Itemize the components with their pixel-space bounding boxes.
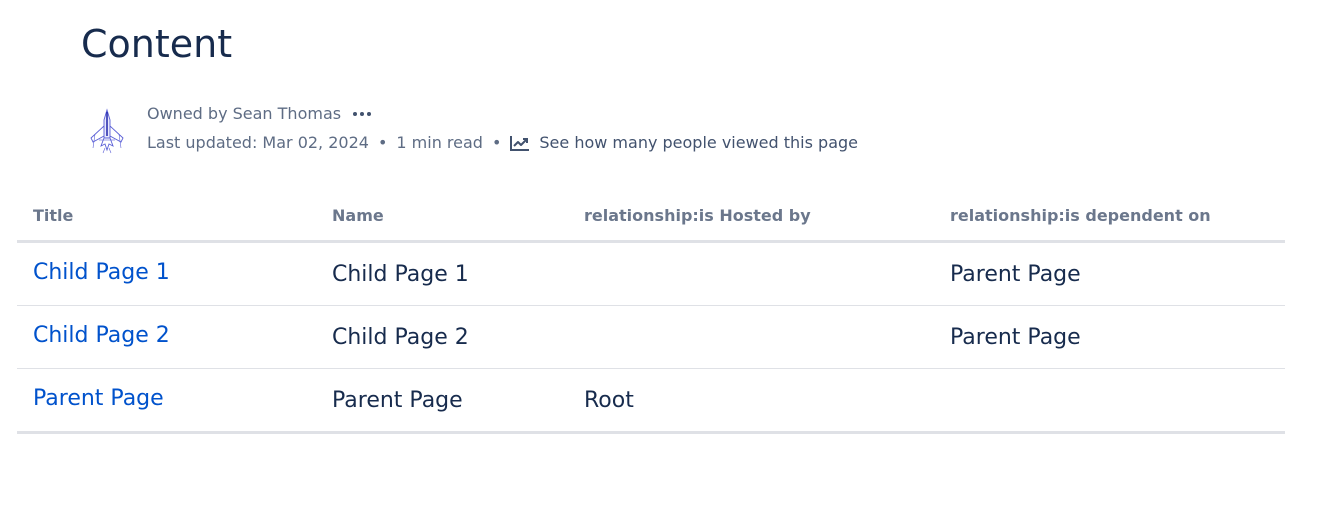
title-cell: Child Page 1 [17,241,316,306]
content-table: Title Name relationship:is Hosted by rel… [17,190,1285,434]
column-header-name[interactable]: Name [316,190,568,243]
owner-text: Owned by Sean Thomas [147,104,342,123]
title-cell: Parent Page [17,368,316,434]
read-time-text: 1 min read [396,133,483,152]
spaceship-avatar-icon [90,108,124,154]
table-header-row: Title Name relationship:is Hosted by rel… [17,190,1285,243]
last-updated-text: Last updated: Mar 02, 2024 [147,133,369,152]
page-link[interactable]: Child Page 2 [33,323,170,348]
table-row: Child Page 1 Child Page 1 Parent Page [17,241,1285,306]
page: Content Owned by Sean Thomas Last update… [0,0,1333,508]
page-link[interactable]: Child Page 1 [33,260,170,285]
column-header-dependent-on[interactable]: relationship:is dependent on [934,190,1285,243]
avatar[interactable] [85,108,129,154]
page-views-link[interactable]: See how many people viewed this page [510,133,858,152]
hosted-by-cell: Root [568,368,934,434]
name-cell: Parent Page [316,368,568,434]
hosted-by-cell [568,305,934,369]
byline-owner-line: Owned by Sean Thomas [147,104,372,123]
hosted-by-cell [568,241,934,306]
column-header-title[interactable]: Title [17,190,316,243]
title-cell: Child Page 2 [17,305,316,369]
name-cell: Child Page 1 [316,241,568,306]
line-chart-icon [510,135,530,151]
dependent-on-cell: Parent Page [934,241,1285,306]
byline-meta-line: Last updated: Mar 02, 2024 • 1 min read … [147,133,858,152]
name-cell: Child Page 2 [316,305,568,369]
separator-dot: • [491,133,502,152]
table-row: Parent Page Parent Page Root [17,368,1285,434]
page-title: Content [81,22,233,66]
dependent-on-cell: Parent Page [934,305,1285,369]
page-views-link-label: See how many people viewed this page [539,133,858,152]
byline: Owned by Sean Thomas Last updated: Mar 0… [85,100,985,160]
dependent-on-cell [934,368,1285,434]
separator-dot: • [377,133,388,152]
page-link[interactable]: Parent Page [33,386,164,411]
more-horizontal-icon[interactable] [353,106,372,122]
column-header-hosted-by[interactable]: relationship:is Hosted by [568,190,934,243]
table-row: Child Page 2 Child Page 2 Parent Page [17,305,1285,369]
